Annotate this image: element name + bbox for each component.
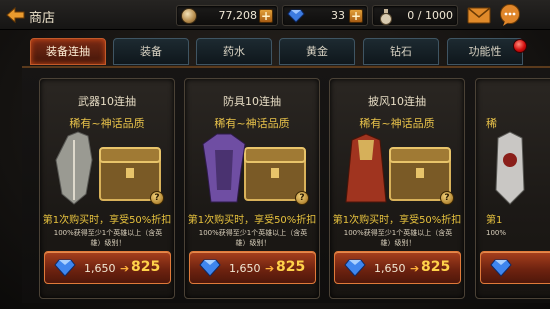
- card-title: 防具10连抽: [223, 95, 281, 108]
- original-price: 1,650: [229, 262, 261, 275]
- tab-equipment[interactable]: 装备: [113, 38, 189, 65]
- price-arrow-icon: ➔: [265, 262, 275, 275]
- original-price: 1,650: [374, 262, 406, 275]
- tab-gold[interactable]: 黄金: [279, 38, 355, 65]
- buy-button[interactable]: 1,650 ➔ 825: [334, 251, 461, 284]
- shop-card-weapon[interactable]: 武器10连抽 稀有~神话品质 ? 第1次购买时，享受50%折扣 100%获得至少…: [39, 78, 175, 299]
- card-quality: 稀: [486, 117, 497, 130]
- shop-panel: 武器10连抽 稀有~神话品质 ? 第1次购买时，享受50%折扣 100%获得至少…: [22, 66, 550, 303]
- top-bar: 商店 77,208 + 33 + 0 / 1000: [0, 0, 550, 30]
- discount-text: 第1次购买时，享受50%折扣: [187, 215, 317, 226]
- discount-text: 第1: [486, 215, 503, 226]
- discount-text: 第1次购买时，享受50%折扣: [332, 215, 462, 226]
- discount-price: 825: [421, 259, 451, 275]
- card-title: 武器10连抽: [78, 95, 136, 108]
- info-icon[interactable]: ?: [295, 191, 309, 205]
- buy-button[interactable]: [480, 251, 550, 284]
- stamina-counter: 0 / 1000: [372, 5, 458, 26]
- page-title: 商店: [29, 11, 56, 26]
- info-icon[interactable]: ?: [440, 191, 454, 205]
- coin-icon: [181, 8, 197, 24]
- card-quality: 稀有~神话品质: [214, 117, 290, 130]
- buy-button[interactable]: 1,650 ➔ 825: [189, 251, 316, 284]
- card-quality: 稀有~神话品质: [69, 117, 145, 130]
- guarantee-note: 100%获得至少1个英雄以上（含英雄）级别！: [198, 229, 308, 247]
- shop-card-cape[interactable]: 披风10连抽 稀有~神话品质 ? 第1次购买时，享受50%折扣 100%获得至少…: [329, 78, 465, 299]
- discount-text: 第1次购买时，享受50%折扣: [42, 215, 172, 226]
- add-coins-button[interactable]: +: [259, 9, 273, 23]
- tab-potion[interactable]: 药水: [196, 38, 272, 65]
- diamond-icon: [199, 259, 221, 277]
- guarantee-note: 100%获得至少1个英雄以上（含英雄）级别！: [343, 229, 453, 247]
- diamond-icon: [287, 9, 305, 23]
- discount-price: 825: [276, 259, 306, 275]
- stamina-amount: 0 / 1000: [407, 9, 453, 22]
- guarantee-note: 100%: [486, 229, 507, 237]
- buy-button[interactable]: 1,650 ➔ 825: [44, 251, 171, 284]
- price-arrow-icon: ➔: [410, 262, 420, 275]
- discount-price: 825: [131, 259, 161, 275]
- original-price: 1,650: [84, 262, 116, 275]
- diamond-counter: 33 +: [282, 5, 368, 26]
- info-icon[interactable]: ?: [150, 191, 164, 205]
- accessory-item-icon: [495, 131, 525, 205]
- diamond-icon: [344, 259, 366, 277]
- shop-card-armor[interactable]: 防具10连抽 稀有~神话品质 ? 第1次购买时，享受50%折扣 100%获得至少…: [184, 78, 320, 299]
- mail-icon[interactable]: [467, 6, 491, 24]
- potion-icon: [380, 9, 392, 25]
- notification-dot: [513, 39, 527, 53]
- diamond-icon: [54, 259, 76, 277]
- back-arrow-icon[interactable]: [6, 6, 26, 24]
- tab-functional[interactable]: 功能性: [447, 38, 523, 65]
- card-title: 披风10连抽: [368, 95, 426, 108]
- coin-amount: 77,208: [218, 9, 258, 22]
- chat-icon[interactable]: [498, 3, 522, 27]
- tab-equipment-draw[interactable]: 装备连抽: [30, 38, 106, 65]
- price-arrow-icon: ➔: [120, 262, 130, 275]
- add-diamonds-button[interactable]: +: [349, 9, 363, 23]
- diamond-amount: 33: [331, 9, 345, 22]
- card-quality: 稀有~神话品质: [359, 117, 435, 130]
- category-tabs: 装备连抽 装备 药水 黄金 钻石 功能性: [30, 38, 550, 66]
- guarantee-note: 100%获得至少1个英雄以上（含英雄）级别！: [53, 229, 163, 247]
- tab-diamond[interactable]: 钻石: [363, 38, 439, 65]
- coin-counter: 77,208 +: [176, 5, 278, 26]
- diamond-icon: [490, 259, 512, 277]
- shop-card-partial[interactable]: 稀 第1 100%: [475, 78, 550, 299]
